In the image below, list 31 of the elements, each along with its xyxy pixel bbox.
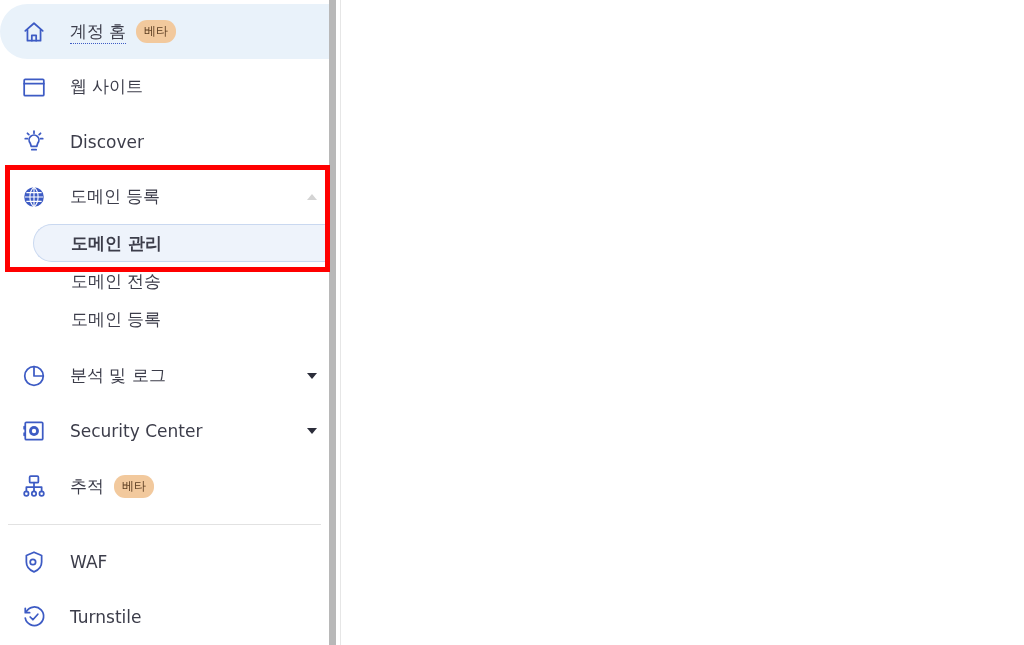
pie-chart-icon xyxy=(22,364,46,388)
caret-icon xyxy=(307,373,317,379)
menu-item[interactable]: 계정 홈 베타 xyxy=(0,4,329,60)
network-tree-icon xyxy=(22,474,46,499)
menu-label: 웹 사이트 xyxy=(70,75,144,99)
globe-icon xyxy=(22,184,46,209)
menu-label: Security Center xyxy=(70,421,203,442)
caret-icon xyxy=(307,193,317,200)
menu-group-header[interactable]: 분석 및 로그 xyxy=(0,348,329,404)
menu-label: WAF xyxy=(70,552,108,573)
menu-item[interactable]: WAF xyxy=(0,534,329,590)
submenu-item[interactable]: 도메인 등록 xyxy=(33,300,329,339)
menu-item[interactable]: 웹 사이트 xyxy=(0,59,329,115)
menu-group-header[interactable]: Security Center xyxy=(0,403,329,459)
lightbulb-icon xyxy=(22,129,46,154)
menu-label: 분석 및 로그 xyxy=(70,364,166,388)
menu-label: 계정 홈 xyxy=(70,19,127,44)
menu-item[interactable]: 추적 베타 xyxy=(0,458,329,514)
submenu-item[interactable]: 도메인 전송 xyxy=(33,262,329,301)
scrollbar[interactable] xyxy=(329,0,336,645)
safe-icon xyxy=(22,419,46,444)
menu-item[interactable]: Discover xyxy=(0,114,329,170)
menu-label: 추적 xyxy=(70,474,104,498)
beta-badge: 베타 xyxy=(136,20,177,44)
menu-item[interactable]: Turnstile xyxy=(0,589,329,645)
menu-label: 도메인 등록 xyxy=(70,185,161,209)
menu-label: Discover xyxy=(70,131,144,152)
caret-icon xyxy=(307,428,317,435)
menu-label: Turnstile xyxy=(70,607,142,628)
menu-group-header[interactable]: 도메인 등록 xyxy=(0,169,329,225)
beta-badge: 베타 xyxy=(114,474,154,498)
